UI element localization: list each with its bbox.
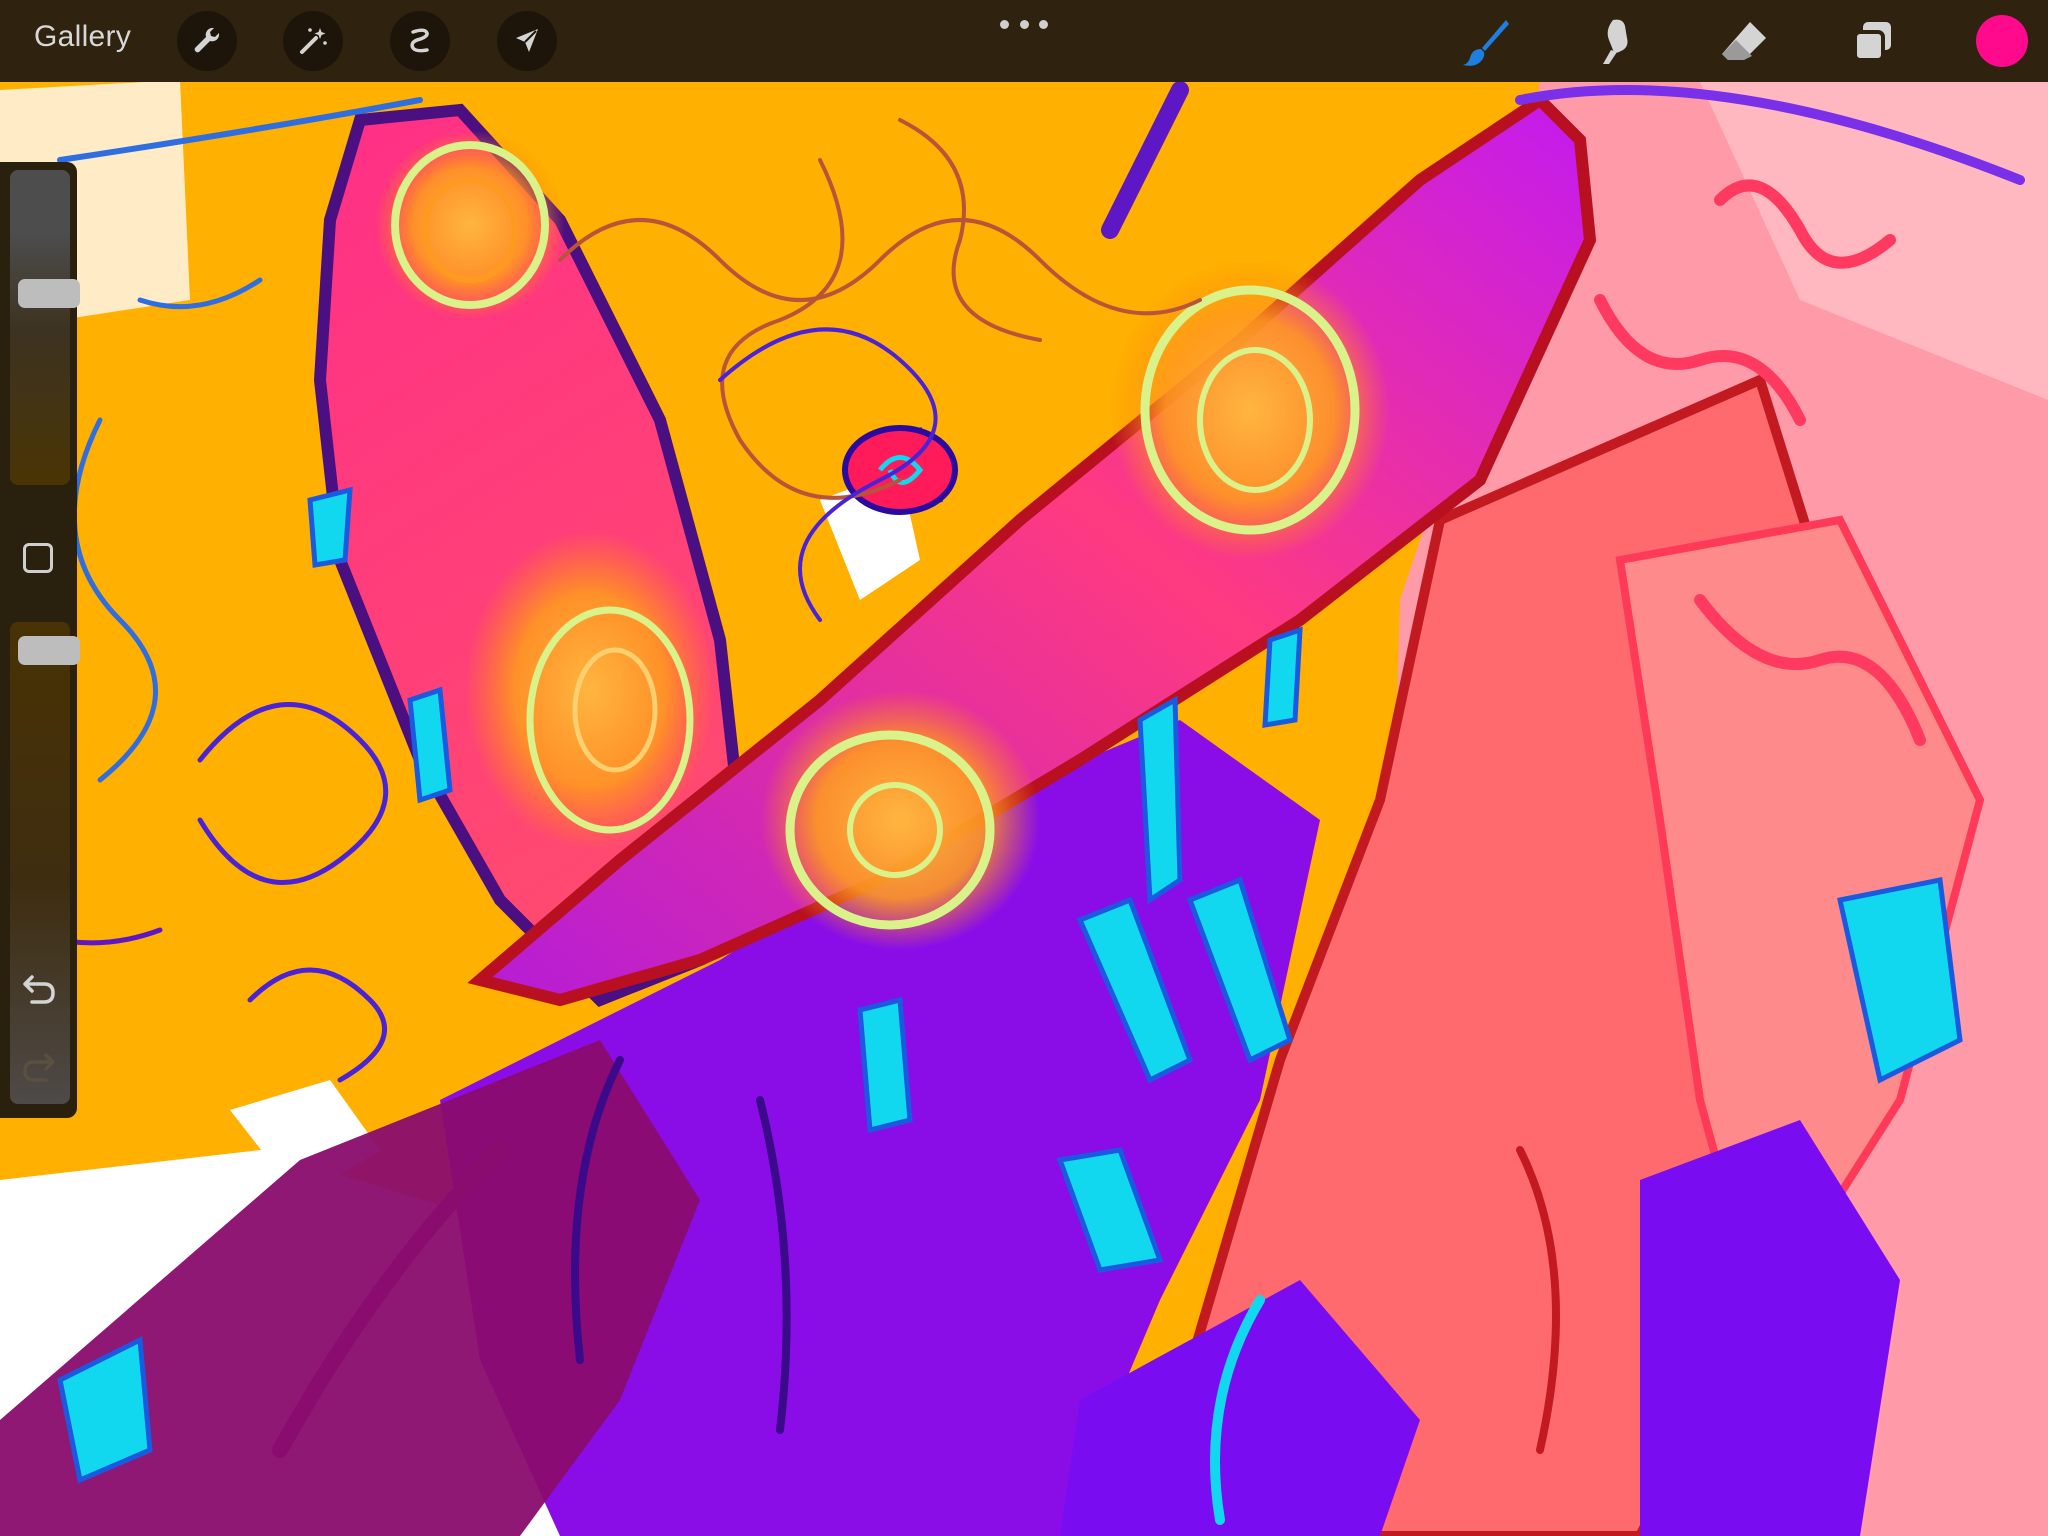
actions-button[interactable] <box>177 11 237 71</box>
undo-button[interactable] <box>20 971 58 1007</box>
selection-button[interactable] <box>390 11 450 71</box>
smudge-icon <box>1603 19 1628 64</box>
left-sidebar <box>0 162 80 1118</box>
brush-size-slider[interactable] <box>10 170 80 485</box>
transform-button[interactable] <box>497 11 557 71</box>
brush-opacity-slider[interactable] <box>10 622 80 1104</box>
layers-icon <box>1853 22 1891 62</box>
arrow-cursor-icon <box>516 29 538 52</box>
adjustments-button[interactable] <box>283 11 343 71</box>
square-icon[interactable] <box>23 543 53 573</box>
redo-icon <box>23 1053 55 1082</box>
eraser-icon <box>1722 22 1766 60</box>
smudge-tool-button[interactable] <box>1585 12 1645 72</box>
brush-opacity-thumb[interactable] <box>18 636 80 665</box>
drawing-canvas[interactable] <box>0 0 2048 1536</box>
wrench-icon <box>194 27 220 53</box>
artwork <box>0 0 2048 1536</box>
eraser-tool-button[interactable] <box>1714 12 1774 72</box>
magic-wand-icon <box>300 28 327 54</box>
procreate-app: Gallery <box>0 0 2048 1536</box>
brush-size-thumb[interactable] <box>18 279 80 308</box>
brush-tool-button[interactable] <box>1456 12 1516 72</box>
color-picker-swatch[interactable] <box>1976 15 2028 67</box>
redo-button[interactable] <box>20 1049 58 1085</box>
gallery-button[interactable]: Gallery <box>34 20 131 54</box>
top-toolbar: Gallery <box>0 0 2048 82</box>
more-dots-icon[interactable] <box>1000 14 1048 34</box>
selection-icon <box>410 28 429 53</box>
undo-icon <box>23 975 55 1004</box>
layers-button[interactable] <box>1843 12 1903 72</box>
brush-icon <box>1463 20 1509 66</box>
